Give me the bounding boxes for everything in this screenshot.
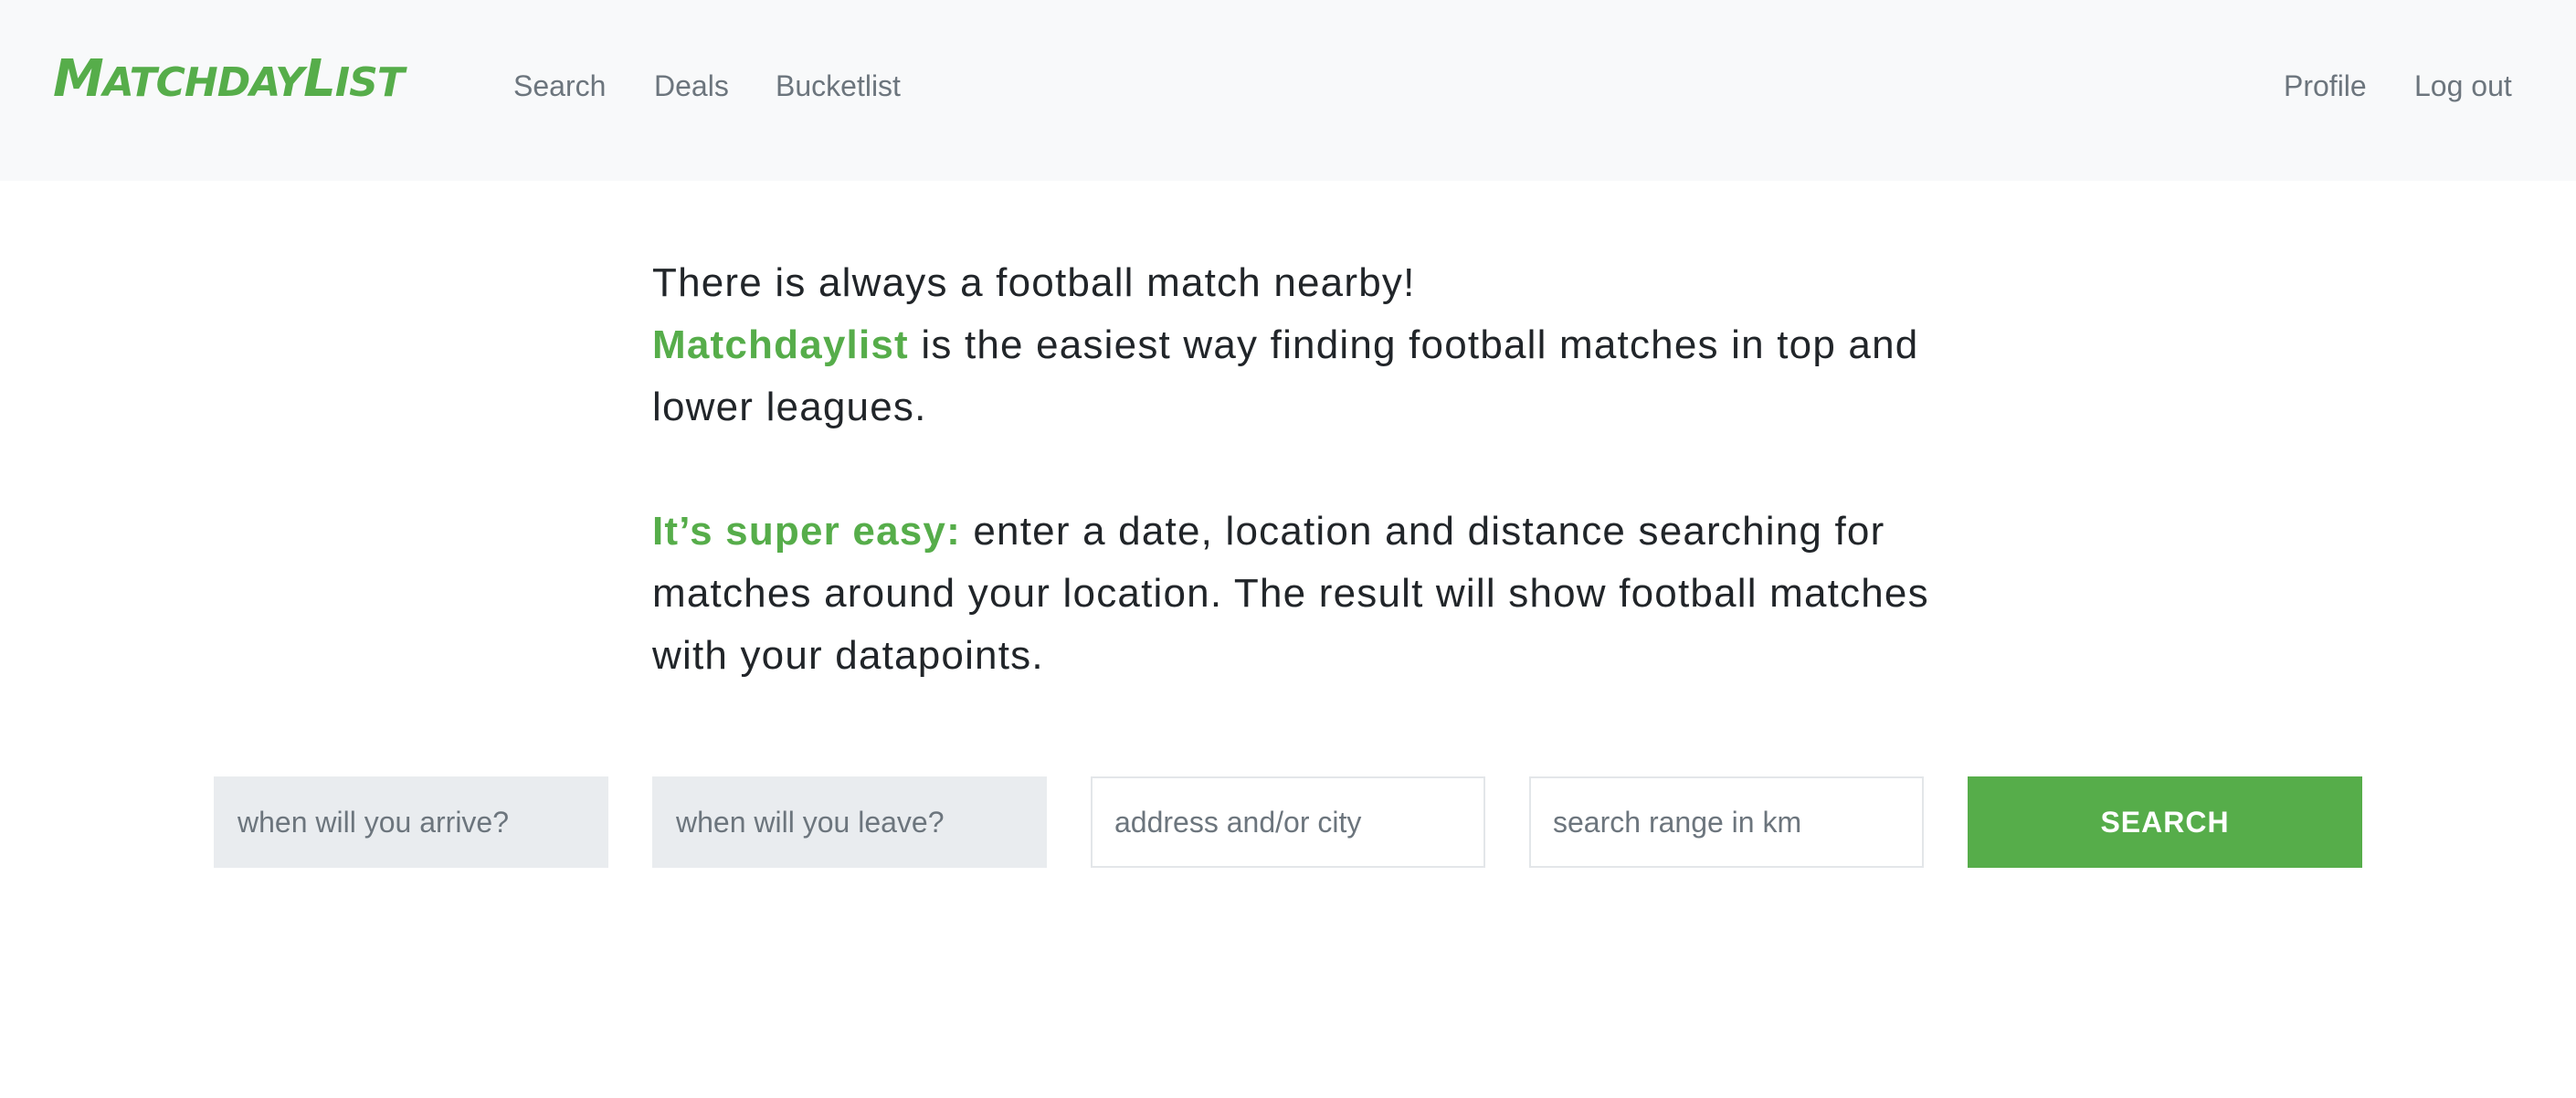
arrival-date-input[interactable]: [214, 776, 608, 868]
nav-link-bucketlist[interactable]: Bucketlist: [776, 66, 901, 106]
intro-line-1: There is always a football match nearby!: [652, 260, 1416, 305]
address-input[interactable]: [1091, 776, 1485, 868]
intro-text: There is always a football match nearby!…: [652, 252, 1949, 687]
search-button[interactable]: SEARCH: [1968, 776, 2362, 868]
brand-highlight: Matchdaylist: [652, 322, 909, 367]
logo-letter-m: M: [53, 49, 104, 109]
departure-date-input[interactable]: [652, 776, 1047, 868]
nav-link-profile[interactable]: Profile: [2284, 66, 2367, 106]
easy-highlight: It’s super easy:: [652, 509, 961, 554]
nav-link-search[interactable]: Search: [513, 66, 606, 106]
nav-link-deals[interactable]: Deals: [654, 66, 729, 106]
navbar: MATCHDAYLIST Search Deals Bucketlist Pro…: [0, 0, 2576, 181]
logo-part-atchday: ATCHDAY: [102, 59, 304, 106]
logo-letter-l: L: [303, 49, 336, 109]
brand-logo[interactable]: MATCHDAYLIST: [53, 49, 405, 109]
intro-paragraph-1: Matchdaylist is the easiest way finding …: [652, 314, 1949, 438]
intro-paragraph-2: It’s super easy: enter a date, location …: [652, 501, 1949, 687]
nav-link-logout[interactable]: Log out: [2414, 66, 2512, 106]
search-range-input[interactable]: [1529, 776, 1924, 868]
logo-part-ist: IST: [334, 59, 405, 106]
